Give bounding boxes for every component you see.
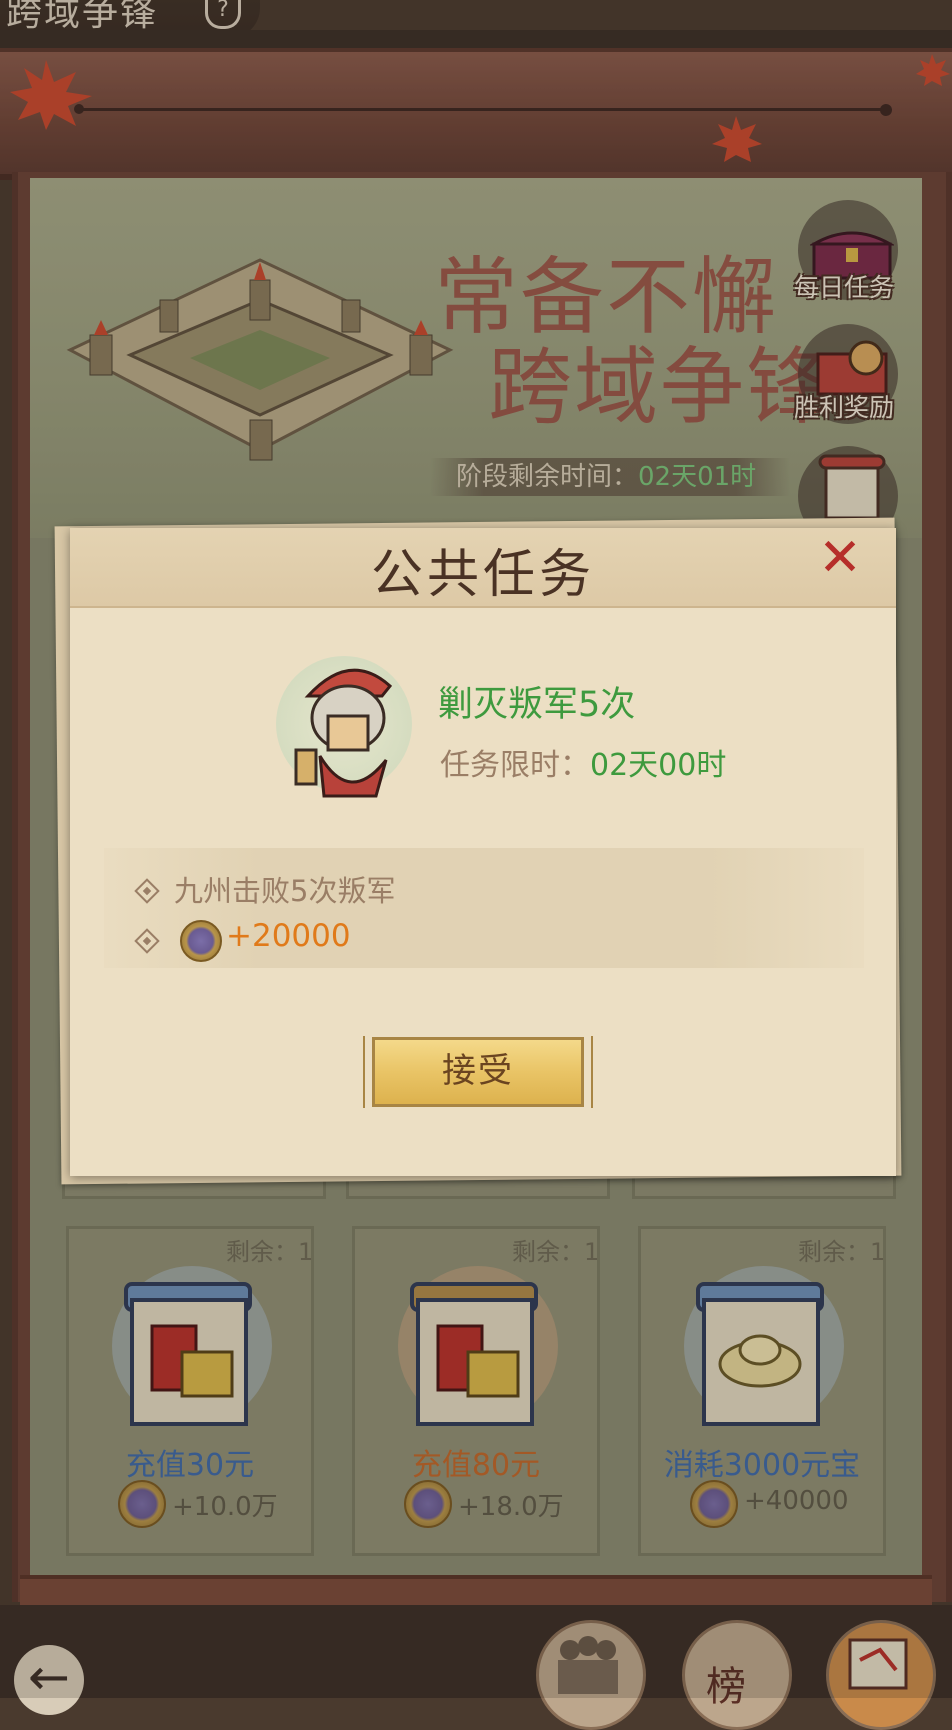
modal-title: 公共任务 <box>370 545 595 605</box>
coin-icon <box>180 920 222 962</box>
task-requirement: 九州击败5次叛军 <box>174 874 396 908</box>
task-time-limit: 任务限时：02天00时 <box>440 740 726 784</box>
time-limit-value: 02天00时 <box>590 748 727 783</box>
close-button[interactable]: ✕ <box>812 530 868 586</box>
soldier-avatar-icon <box>294 668 393 798</box>
time-limit-label: 任务限时： <box>440 748 590 783</box>
task-reward: +20000 <box>226 918 351 954</box>
task-name: 剿灭叛军5次 <box>438 685 636 725</box>
accept-button[interactable]: 接受 <box>363 1036 593 1108</box>
